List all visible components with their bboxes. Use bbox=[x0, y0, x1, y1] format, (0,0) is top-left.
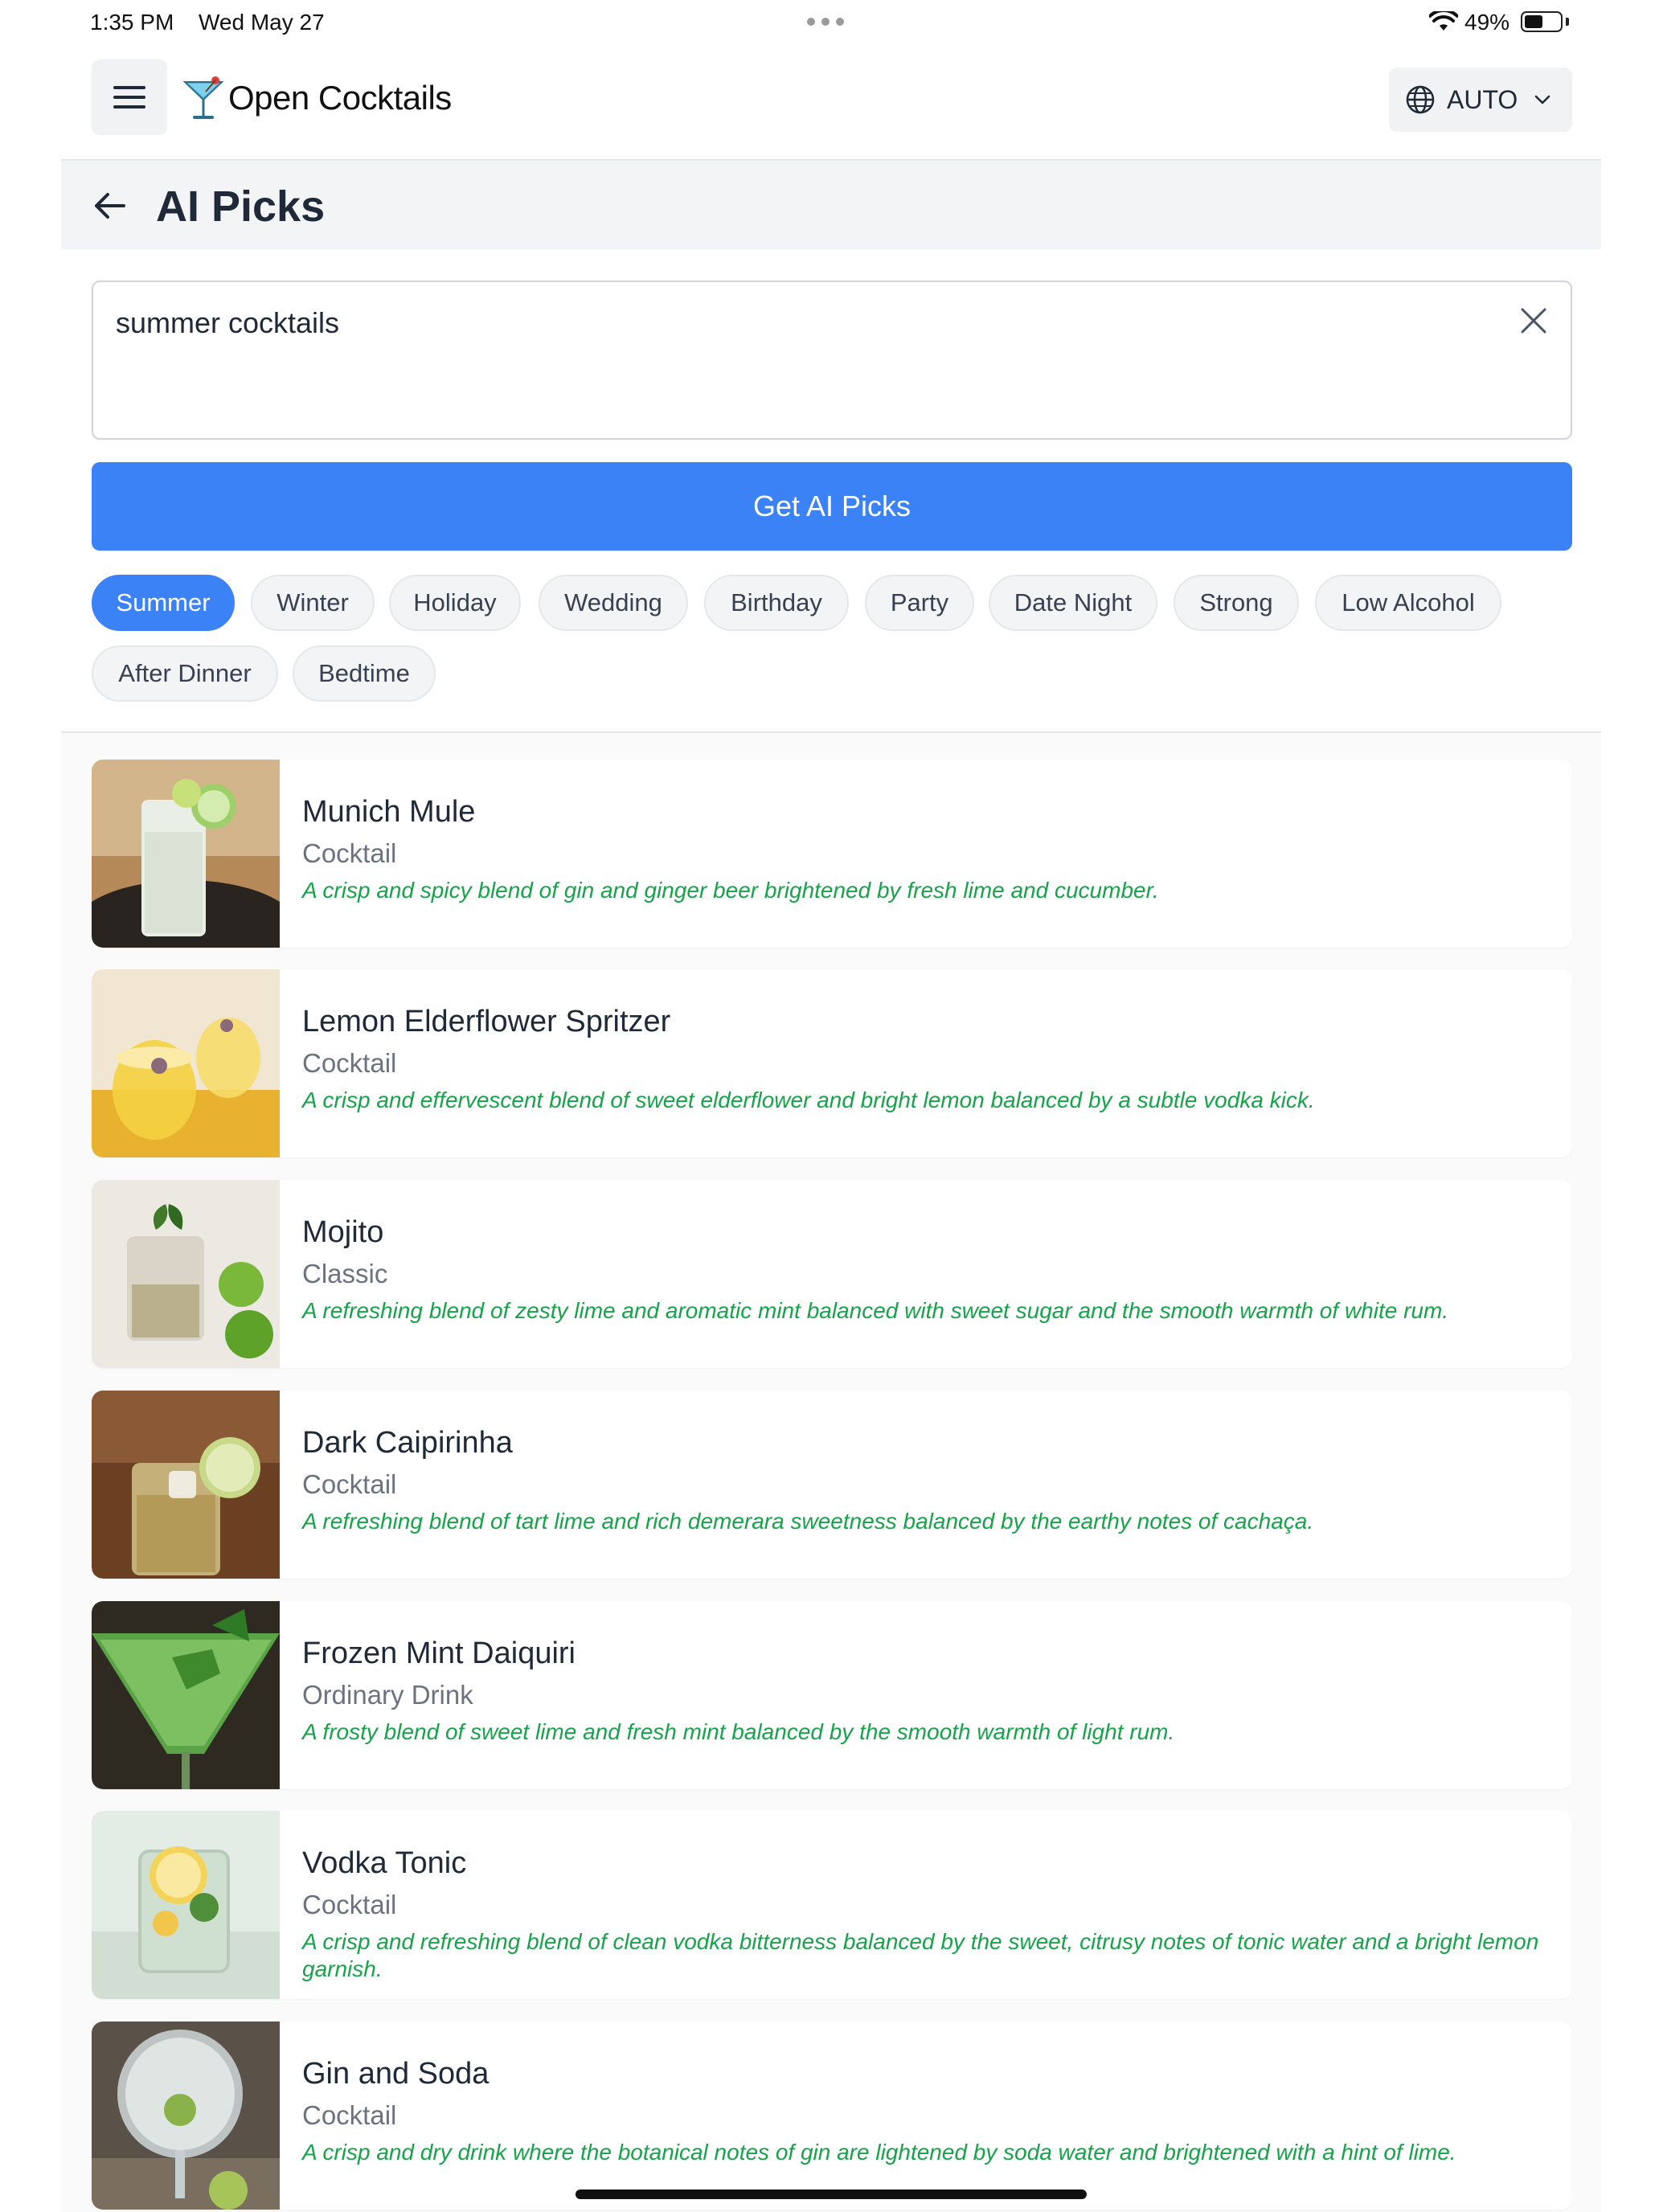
cocktail-name: Dark Caipirinha bbox=[302, 1426, 513, 1460]
chip-date-night[interactable]: Date Night bbox=[989, 575, 1157, 631]
cocktail-description: A frosty blend of sweet lime and fresh m… bbox=[302, 1719, 1175, 1744]
cocktail-thumbnail bbox=[92, 1811, 280, 1999]
cocktail-thumbnail bbox=[92, 969, 280, 1157]
cocktail-name: Lemon Elderflower Spritzer bbox=[302, 1005, 671, 1038]
cocktail-name: Munich Mule bbox=[302, 795, 476, 829]
cocktail-description: A refreshing blend of zesty lime and aro… bbox=[302, 1298, 1449, 1323]
close-icon[interactable] bbox=[1519, 306, 1548, 335]
chip-party[interactable]: Party bbox=[865, 575, 974, 631]
cocktail-description: A crisp and effervescent blend of sweet … bbox=[302, 1088, 1315, 1112]
search-input-value: summer cocktails bbox=[116, 306, 340, 339]
page: { "status_bar": { "time": "1:35 PM", "da… bbox=[0, 0, 1659, 2212]
chip-holiday[interactable]: Holiday bbox=[389, 575, 521, 631]
cocktail-name: Vodka Tonic bbox=[302, 1846, 467, 1880]
page-title: AI Picks bbox=[156, 182, 326, 231]
list-item[interactable]: Gin and Soda Cocktail A crisp and dry dr… bbox=[92, 2022, 1572, 2210]
cocktail-description: A refreshing blend of tart lime and rich… bbox=[302, 1509, 1314, 1534]
language-label: AUTO bbox=[1447, 84, 1518, 114]
cocktail-category: Cocktail bbox=[302, 2100, 397, 2130]
list-item[interactable]: Lemon Elderflower Spritzer Cocktail A cr… bbox=[92, 969, 1572, 1157]
list-item[interactable]: Vodka Tonic Cocktail A crisp and refresh… bbox=[92, 1811, 1572, 1999]
list-item[interactable]: Frozen Mint Daiquiri Ordinary Drink A fr… bbox=[92, 1601, 1572, 1789]
cocktail-thumbnail bbox=[92, 1601, 280, 1789]
home-indicator[interactable] bbox=[576, 2189, 1087, 2199]
status-bar: 1:35 PM Wed May 27 49% bbox=[0, 0, 1659, 45]
cocktail-thumbnail bbox=[92, 1391, 280, 1579]
battery-percentage: 49% bbox=[1464, 10, 1510, 35]
cocktail-description: A crisp and dry drink where the botanica… bbox=[302, 2140, 1456, 2165]
chip-after-dinner[interactable]: After Dinner bbox=[92, 645, 278, 702]
chip-wedding[interactable]: Wedding bbox=[539, 575, 688, 631]
wifi-icon bbox=[1429, 11, 1458, 31]
cocktail-thumbnail bbox=[92, 760, 280, 948]
cocktail-name: Frozen Mint Daiquiri bbox=[302, 1636, 576, 1670]
chip-winter[interactable]: Winter bbox=[251, 575, 375, 631]
cocktail-description: A crisp and spicy blend of gin and ginge… bbox=[302, 878, 1159, 903]
hamburger-icon bbox=[113, 86, 145, 89]
cocktail-category: Cocktail bbox=[302, 838, 397, 868]
cocktail-category: Ordinary Drink bbox=[302, 1680, 473, 1710]
cocktail-category: Cocktail bbox=[302, 1890, 397, 1919]
language-selector[interactable]: AUTO bbox=[1389, 68, 1572, 132]
cocktail-description: A crisp and refreshing blend of clean vo… bbox=[302, 1929, 1539, 1981]
globe-icon bbox=[1406, 85, 1435, 114]
cocktail-glass-icon bbox=[182, 76, 224, 119]
search-input[interactable]: summer cocktails bbox=[92, 281, 1572, 440]
chip-low-alcohol[interactable]: Low Alcohol bbox=[1315, 575, 1501, 631]
list-item[interactable]: Mojito Classic A refreshing blend of zes… bbox=[92, 1180, 1572, 1368]
cocktail-category: Classic bbox=[302, 1259, 388, 1288]
list-item[interactable]: Munich Mule Cocktail A crisp and spicy b… bbox=[92, 760, 1572, 948]
cocktail-name: Gin and Soda bbox=[302, 2057, 490, 2091]
app-title[interactable]: Open Cocktails bbox=[228, 79, 452, 117]
battery-tip bbox=[1566, 18, 1569, 26]
cocktail-category: Cocktail bbox=[302, 1048, 397, 1078]
chip-summer[interactable]: Summer bbox=[92, 575, 235, 631]
list-item[interactable]: Dark Caipirinha Cocktail A refreshing bl… bbox=[92, 1391, 1572, 1579]
chip-strong[interactable]: Strong bbox=[1174, 575, 1299, 631]
multitasking-dots-icon[interactable] bbox=[807, 18, 844, 26]
cocktail-category: Cocktail bbox=[302, 1469, 397, 1499]
app-bar: Open Cocktails AUTO bbox=[0, 45, 1659, 159]
cocktail-name: Mojito bbox=[302, 1215, 384, 1249]
chevron-down-icon bbox=[1535, 95, 1550, 104]
back-arrow-icon[interactable] bbox=[92, 188, 127, 223]
cocktail-thumbnail bbox=[92, 1180, 280, 1368]
menu-button[interactable] bbox=[92, 59, 167, 135]
get-ai-picks-button[interactable]: Get AI Picks bbox=[92, 462, 1572, 551]
status-time: 1:35 PM bbox=[90, 10, 174, 35]
chip-birthday[interactable]: Birthday bbox=[704, 575, 849, 631]
cocktail-thumbnail bbox=[92, 2022, 280, 2210]
chip-bedtime[interactable]: Bedtime bbox=[293, 645, 436, 702]
battery-icon bbox=[1521, 11, 1563, 32]
status-date: Wed May 27 bbox=[199, 10, 325, 35]
page-header: AI Picks bbox=[61, 161, 1601, 249]
